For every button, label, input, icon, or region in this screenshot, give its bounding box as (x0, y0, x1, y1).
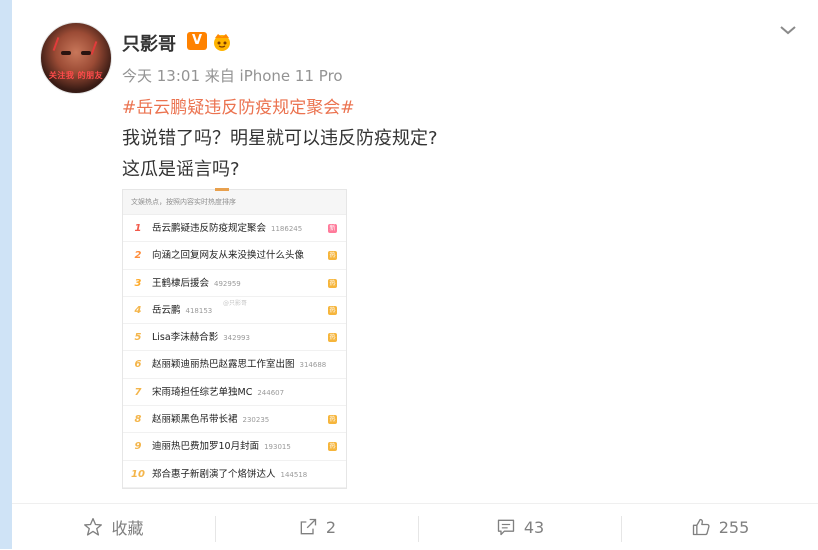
trend-title: Lisa李沫赫合影 342993 (152, 324, 250, 352)
trend-count: 144518 (280, 470, 308, 479)
trend-title-text: 迪丽热巴费加罗10月封面 (152, 441, 260, 453)
trend-badge: 热 (328, 278, 337, 288)
trend-row: 8 赵丽颖黑色吊带长裙 230235 热 (123, 406, 346, 434)
verified-badge: V (187, 32, 207, 50)
trend-header: 文娱热点，按照内容实时热度排序 (123, 190, 346, 215)
trend-rank: 6 (134, 359, 142, 371)
like-count: 255 (718, 517, 750, 537)
avatar-paint-mark (52, 37, 60, 51)
like-button[interactable]: 255 (622, 504, 818, 550)
trend-title-text: Lisa李沫赫合影 (152, 332, 219, 344)
trend-title-text: 岳云鹏 (152, 304, 181, 316)
trend-row: 9 迪丽热巴费加罗10月封面 193015 热 (123, 433, 346, 461)
trend-title-text: 向涵之回复网友从来没换过什么头像 (152, 250, 305, 262)
trend-title: 岳云鹏疑违反防疫规定聚会 1186245 (152, 215, 302, 243)
repost-button[interactable]: 2 (216, 504, 418, 550)
trend-badge: 热 (328, 305, 337, 315)
trend-badge: 热 (328, 415, 337, 425)
user-name[interactable]: 只影哥 (122, 30, 176, 56)
trend-count: 492959 (214, 279, 241, 288)
avatar-eye-right (81, 51, 91, 55)
trend-rank: 4 (134, 304, 142, 316)
star-outline-icon (84, 518, 103, 536)
trend-count: 342993 (223, 334, 250, 343)
trend-count: 314688 (299, 361, 327, 370)
trend-rank: 2 (134, 250, 142, 262)
trend-rank: 3 (134, 277, 142, 289)
trend-badge: 热 (328, 333, 337, 343)
avatar-eye-left (61, 51, 71, 55)
trend-row: 3 王鹤棣后援会 492959 热 (123, 270, 346, 297)
trend-badge: 热 (328, 251, 337, 261)
avatar[interactable]: 关注我 的朋友 (40, 22, 112, 94)
page-left-gutter (0, 0, 12, 549)
trend-title-text: 郑合惠子新剧演了个烙饼达人 (152, 468, 276, 480)
favorite-label: 收藏 (111, 519, 144, 538)
hashtag-link[interactable]: #岳云鹏疑违反防疫规定聚会# (122, 93, 355, 118)
post-text-line: 这瓜是谣言吗? (122, 159, 240, 180)
trend-title-text: 赵丽颖黑色吊带长裙 (152, 414, 238, 426)
trend-count: 418153 (185, 306, 213, 315)
trend-title: 赵丽颖黑色吊带长裙 230235 (152, 406, 269, 434)
trend-title: 向涵之回复网友从来没换过什么头像 (152, 242, 304, 269)
favorite-button[interactable]: 收藏 (12, 504, 215, 550)
chevron-down-icon[interactable] (778, 22, 798, 38)
avatar-text: 关注我 的朋友 (48, 71, 104, 80)
post-meta[interactable]: 今天 13:01 来自 iPhone 11 Pro (122, 65, 343, 86)
comment-button[interactable]: 43 (419, 504, 621, 550)
trend-row: 1 岳云鹏疑违反防疫规定聚会 1186245 新 (123, 215, 346, 243)
trend-count: 230235 (242, 416, 270, 425)
avatar-paint-mark (90, 41, 98, 55)
post-text-line: 我说错了吗？明星就可以违反防疫规定? (122, 128, 438, 149)
trend-title: 王鹤棣后援会 492959 (152, 270, 241, 298)
repost-count: 2 (325, 517, 337, 537)
trend-rank: 5 (134, 332, 142, 344)
trend-row: 10 郑合惠子新剧演了个烙饼达人 144518 (123, 461, 346, 488)
trend-title-text: 宋雨琦担任综艺单独MC (152, 386, 253, 398)
trend-rank: 9 (134, 441, 142, 453)
comment-bubble-icon (497, 519, 514, 536)
trend-row: 4 岳云鹏 418153 热 (123, 297, 346, 325)
trend-title-text: 岳云鹏疑违反防疫规定聚会 (152, 223, 267, 234)
trend-count: 1186245 (271, 225, 303, 233)
post-footer: 收藏 2 43 255 (12, 503, 818, 550)
trend-title: 宋雨琦担任综艺单独MC 244607 (152, 379, 284, 407)
trend-title-text: 王鹤棣后援会 (152, 277, 210, 289)
trend-row: 7 宋雨琦担任综艺单独MC 244607 (123, 379, 346, 407)
trend-title-text: 赵丽颖迪丽热巴赵露思工作室出图 (152, 359, 295, 371)
trend-title: 迪丽热巴费加罗10月封面 193015 (152, 433, 291, 461)
trend-rank: 10 (131, 468, 145, 480)
trend-title: 赵丽颖迪丽热巴赵露思工作室出图 314688 (152, 351, 326, 379)
trend-row: 2 向涵之回复网友从来没换过什么头像 热 (123, 242, 346, 270)
trend-badge: 新 (328, 224, 337, 233)
share-arrow-icon (300, 518, 317, 535)
trend-count: 193015 (264, 443, 291, 452)
thumbs-up-icon (692, 518, 710, 536)
trend-title: 郑合惠子新剧演了个烙饼达人 144518 (152, 461, 307, 489)
trend-rank: 1 (134, 223, 142, 234)
image-top-marker (215, 188, 229, 191)
trend-rank: 8 (134, 414, 142, 426)
trend-badge: 热 (328, 442, 337, 452)
trend-title: 岳云鹏 418153 (152, 297, 212, 325)
comment-count: 43 (523, 517, 545, 537)
trend-row: 6 赵丽颖迪丽热巴赵露思工作室出图 314688 (123, 351, 346, 379)
trend-row: 5 Lisa李沫赫合影 342993 热 (123, 324, 346, 352)
trending-list-image[interactable]: 文娱热点，按照内容实时热度排序 @只影哥 1 岳云鹏疑违反防疫规定聚会 118624… (122, 188, 347, 489)
fan-badge-icon (211, 32, 233, 52)
trend-count: 244607 (257, 388, 285, 397)
trend-rank: 7 (134, 386, 142, 398)
